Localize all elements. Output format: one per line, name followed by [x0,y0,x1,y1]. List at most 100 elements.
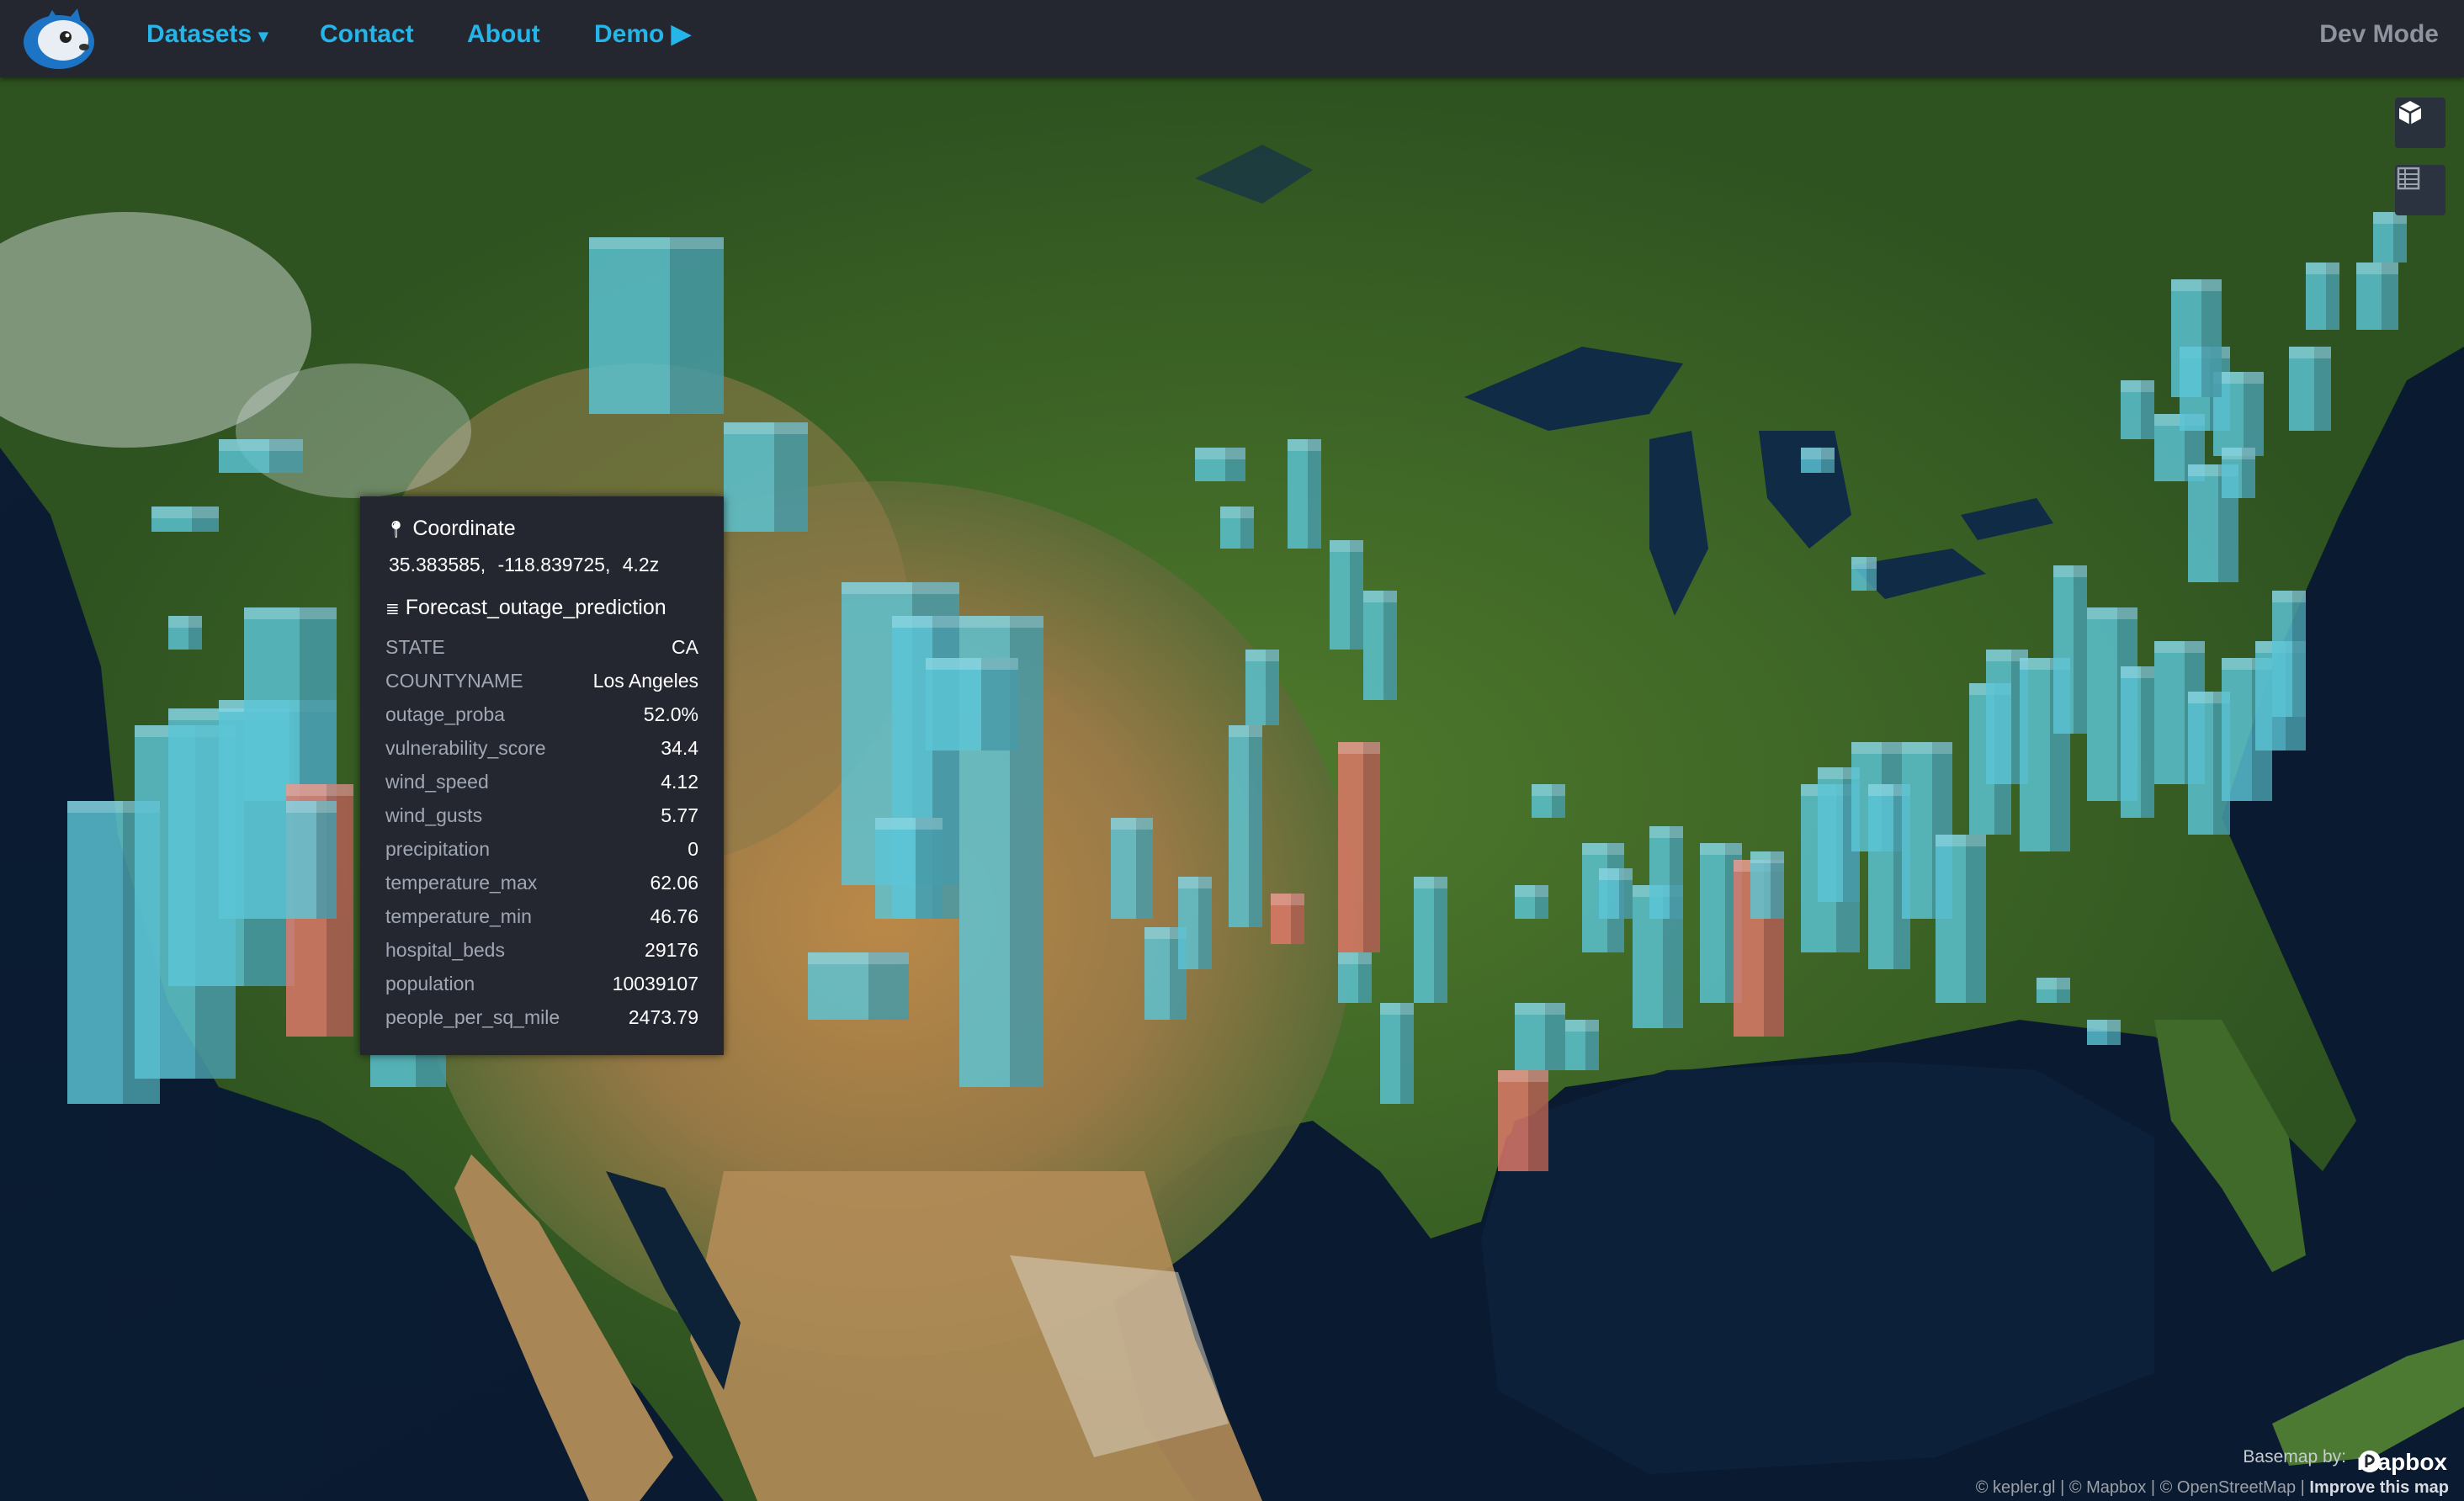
nav-about[interactable]: About [467,0,540,77]
hexbin-column-shade [1383,591,1397,700]
tooltip-field-key: COUNTYNAME [385,670,523,692]
cube-3d-icon [2398,101,2422,125]
hexbin-column-shade [1400,1003,1414,1104]
tooltip-field-value: 0 [688,838,698,860]
hexbin-column-top [2037,978,2070,989]
tooltip-field-row: wind_speed 4.12 [385,771,698,804]
hexbin-column-top [151,507,219,518]
hexbin-column-top [2154,641,2205,653]
tooltip-field-value: 4.12 [661,771,698,793]
hexbin-column-shade [774,422,808,532]
hexbin-column-top [1380,1003,1414,1015]
layer-header: ≣ Forecast_outage_prediction [385,596,666,619]
hexbin-column-top [2289,347,2331,358]
hexbin-column-top [724,422,808,434]
hexbin-column-top [2121,380,2154,392]
tooltip-field-row: wind_gusts 5.77 [385,804,698,838]
hexbin-column-top [1111,818,1153,830]
chevron-down-icon: ▾ [258,25,268,46]
hexbin-column-shade [2074,565,2087,734]
hexbin-column-top [1498,1070,1548,1082]
hexbin-column-shade [670,237,724,414]
hexbin-column-top [2222,448,2255,459]
tooltip-field-value: 46.76 [650,905,698,927]
hexbin-column-top [1515,1003,1565,1015]
tooltip-field-row: STATE CA [385,636,698,670]
dev-mode-label[interactable]: Dev Mode [2319,0,2439,77]
hexbin-column-top [2356,263,2398,274]
hexbin-column-shade [2141,666,2154,818]
hexbin-column-top [286,784,353,796]
hexbin-column-shade [1249,725,1262,927]
hexbin-column-top [1515,885,1548,897]
hexbin-column-top [926,658,1018,670]
hexbin-column-top [219,439,303,451]
tooltip-field-row: people_per_sq_mile 2473.79 [385,1006,698,1040]
attribution-osm[interactable]: © OpenStreetMap [2160,1478,2296,1497]
data-table-button[interactable] [2395,165,2445,215]
tooltip-field-key: outage_proba [385,703,505,725]
tooltip-field-row: hospital_beds 29176 [385,939,698,973]
mapbox-logo[interactable]: mapbox [2357,1449,2447,1476]
hexbin-column-top [1363,591,1397,602]
tooltip-field-key: people_per_sq_mile [385,1006,560,1028]
hexbin-column-top [1801,448,1835,459]
hexbin-column-top [959,616,1043,628]
hexbin-column-top [589,237,724,249]
hexbin-column-top [1195,448,1245,459]
tooltip-field-value: Los Angeles [592,670,698,692]
hexbin-column-shade [916,818,943,919]
tooltip-field-row: temperature_min 46.76 [385,905,698,939]
hexbin-column-shade [1966,835,1986,1003]
tooltip-field-key: population [385,973,475,994]
tooltip-field-value: 62.06 [650,872,698,894]
hexbin-column-shade [2314,347,2331,431]
hexbin-column-top [244,607,337,619]
hexbin-column-top [1338,952,1372,964]
hexbin-column-shade [1434,877,1447,1003]
hexbin-column-top [1599,868,1633,880]
tooltip-field-row: population 10039107 [385,973,698,1006]
hexbin-column-top [1338,742,1380,754]
hexbin-column-top [1532,784,1565,796]
tooltip-field-value: 34.4 [661,737,698,759]
attribution-mapbox[interactable]: © Mapbox [2069,1478,2146,1497]
basemap-attribution-label: Basemap by: [2243,1447,2346,1467]
mapbox-icon [2358,1451,2381,1472]
hexbin-column-top [1851,742,1902,754]
tooltip-field-value: 29176 [645,939,698,961]
kepler-mascot-icon[interactable] [17,5,101,72]
hexbin-column-shade [1528,1070,1548,1171]
hexbin-column-top [2121,666,2154,678]
tooltip-field-key: wind_gusts [385,804,483,826]
map-tooltip: 📍︎ Coordinate 35.383585, -118.839725, 4.… [360,496,724,1055]
tooltip-field-row: precipitation 0 [385,838,698,872]
3d-map-toggle-button[interactable] [2395,98,2445,148]
tooltip-field-value: 10039107 [612,973,698,994]
hexbin-column-top [2053,565,2087,577]
hexbin-column-top [1582,843,1624,855]
improve-map-link[interactable]: Improve this map [2309,1478,2449,1497]
tooltip-field-value: CA [672,636,698,658]
tooltip-field-key: STATE [385,636,445,658]
tooltip-field-key: hospital_beds [385,939,505,961]
hexbin-column-top [1178,877,1212,888]
map-canvas[interactable]: 📍︎ Coordinate 35.383585, -118.839725, 4.… [0,77,2464,1501]
hexbin-column-top [1245,650,1279,661]
attribution-kepler[interactable]: © kepler.gl [1976,1478,2056,1497]
hexbin-column-shade [1350,540,1363,650]
hexbin-column-shade [981,658,1018,750]
nav-datasets[interactable]: Datasets ▾ [146,0,268,77]
hexbin-column-top [286,801,337,813]
nav-demo[interactable]: Demo ▶ [594,0,691,77]
hexbin-column-shade [1136,818,1153,919]
play-icon: ▶ [671,20,691,48]
hexbin-column-top [1229,725,1262,737]
nav-contact[interactable]: Contact [320,0,414,77]
hexbin-column-shade [1670,826,1683,919]
tooltip-field-value: 2473.79 [628,1006,698,1028]
hexbin-column-shade [1308,439,1321,549]
hexbin-column-shade [1363,742,1380,952]
hexbin-column-top [2306,263,2339,274]
pin-icon: 📍︎ [385,521,407,539]
